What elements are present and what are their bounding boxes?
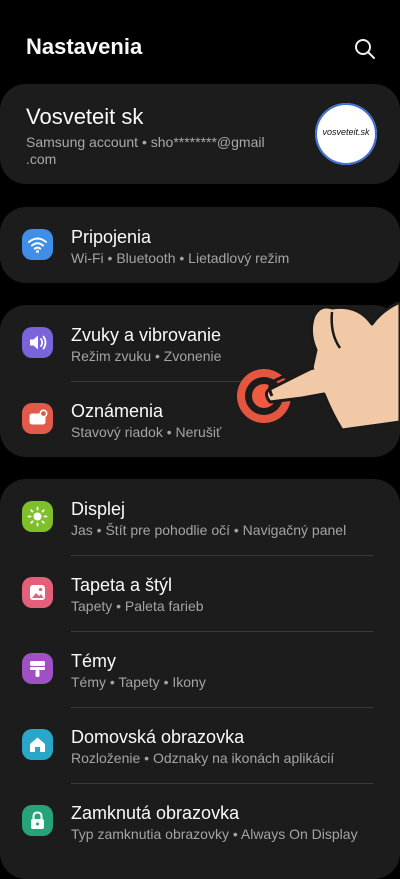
row-subtitle: Wi-Fi • Bluetooth • Lietadlový režim	[71, 250, 290, 266]
account-subtitle: Samsung account • sho********@gmail .com	[26, 134, 296, 168]
setting-row-pripojenia[interactable]: Pripojenia Wi-Fi • Bluetooth • Lietadlov…	[0, 207, 400, 283]
lock-icon	[22, 805, 53, 836]
avatar-logo-text: vosveteit.sk	[322, 127, 370, 137]
row-subtitle: Typ zamknutia obrazovky • Always On Disp…	[71, 826, 358, 842]
setting-row-tapeta[interactable]: Tapeta a štýl Tapety • Paleta farieb	[0, 555, 400, 631]
setting-row-temy[interactable]: Témy Témy • Tapety • Ikony	[0, 631, 400, 707]
setting-row-zamknuta[interactable]: Zamknutá obrazovka Typ zamknutia obrazov…	[0, 783, 400, 859]
row-subtitle: Rozloženie • Odznaky na ikonách aplikáci…	[71, 750, 335, 766]
row-subtitle: Témy • Tapety • Ikony	[71, 674, 206, 690]
row-title: Domovská obrazovka	[71, 727, 245, 747]
home-icon	[22, 729, 53, 760]
row-subtitle: Tapety • Paleta farieb	[71, 598, 204, 614]
account-subtitle-line2: .com	[26, 151, 57, 167]
row-title: Zamknutá obrazovka	[71, 803, 240, 823]
wifi-icon	[22, 229, 53, 260]
account-subtitle-line1: Samsung account • sho********@gmail	[26, 134, 265, 150]
row-title: Oznámenia	[71, 401, 164, 421]
row-title: Témy	[71, 651, 116, 671]
row-subtitle: Stavový riadok • Nerušiť	[71, 424, 222, 440]
brightness-icon	[22, 501, 53, 532]
row-title: Displej	[71, 499, 126, 519]
page-title: Nastavenia	[26, 34, 143, 59]
search-button[interactable]	[348, 32, 382, 66]
account-name: Vosveteit sk	[26, 104, 144, 129]
row-title: Tapeta a štýl	[71, 575, 173, 595]
row-subtitle: Režim zvuku • Zvonenie	[71, 348, 222, 364]
setting-row-displej[interactable]: Displej Jas • Štít pre pohodlie očí • Na…	[0, 479, 400, 555]
avatar[interactable]: vosveteit.sk	[315, 103, 377, 165]
tap-hand-icon	[232, 300, 400, 442]
row-title: Zvuky a vibrovanie	[71, 325, 222, 345]
row-subtitle: Jas • Štít pre pohodlie očí • Navigačný …	[71, 522, 347, 538]
setting-row-domovska[interactable]: Domovská obrazovka Rozloženie • Odznaky …	[0, 707, 400, 783]
notification-icon	[22, 403, 53, 434]
wallpaper-icon	[22, 577, 53, 608]
themes-icon	[22, 653, 53, 684]
search-icon	[355, 39, 375, 59]
header: Nastavenia	[0, 0, 400, 84]
sound-icon	[22, 327, 53, 358]
row-title: Pripojenia	[71, 227, 152, 247]
